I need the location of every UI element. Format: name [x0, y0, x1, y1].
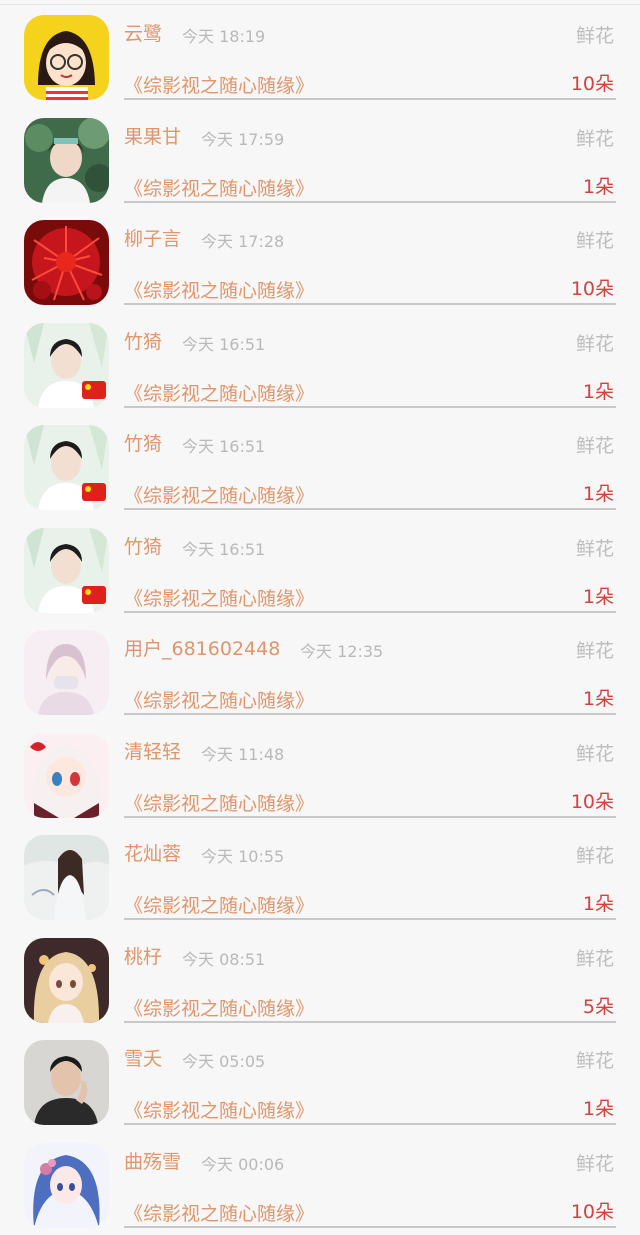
gift-count: 1朵: [583, 377, 614, 404]
gift-count: 1朵: [583, 889, 614, 916]
gift-type-label: 鲜花: [576, 636, 614, 663]
gift-record-row[interactable]: 竹猗今天 16:51 鲜花《综影视之随心随缘》 1朵: [0, 415, 640, 518]
gift-record-row[interactable]: 清轻轻今天 11:48 鲜花《综影视之随心随缘》 10朵: [0, 723, 640, 826]
gift-record-list: 云鹭今天 18:19鲜花《综影视之随心随缘》10朵 果果甘今天 17:59鲜花《…: [0, 5, 640, 1235]
record-time: 今天 05:05: [182, 1048, 265, 1072]
row-divider: [124, 611, 616, 613]
book-title-link[interactable]: 《综影视之随心随缘》: [124, 584, 314, 611]
gift-record-row[interactable]: 用户_681602448 今天 12:35 鲜花《综影视之随心随缘》 1朵: [0, 620, 640, 723]
anime-girl-avatar[interactable]: [24, 733, 109, 818]
book-title-link[interactable]: 《综影视之随心随缘》: [124, 891, 314, 918]
gift-type-label: 鲜花: [576, 1046, 614, 1073]
row-divider: [124, 713, 616, 715]
young-man-flag-avatar[interactable]: [24, 528, 109, 613]
gift-count: 1朵: [583, 684, 614, 711]
young-man-flag-avatar[interactable]: [24, 425, 109, 510]
record-time: 今天 17:59: [201, 126, 284, 150]
row-divider: [124, 1021, 616, 1023]
book-title-link[interactable]: 《综影视之随心随缘》: [124, 174, 314, 201]
record-time: 今天 16:51: [182, 331, 265, 355]
row-divider: [124, 1226, 616, 1228]
gift-type-label: 鲜花: [576, 431, 614, 458]
gift-type-label: 鲜花: [576, 226, 614, 253]
gift-record-row[interactable]: 果果甘今天 17:59 鲜花《综影视之随心随缘》 1朵: [0, 108, 640, 211]
gift-count: 5朵: [583, 992, 614, 1019]
record-time: 今天 17:28: [201, 228, 284, 252]
gift-type-label: 鲜花: [576, 534, 614, 561]
gift-type-label: 鲜花: [576, 329, 614, 356]
gift-count: 1朵: [583, 582, 614, 609]
row-divider: [124, 918, 616, 920]
user-name[interactable]: 曲殇雪: [124, 1147, 181, 1174]
user-name[interactable]: 柳子言: [124, 224, 181, 251]
gift-record-row[interactable]: 桃杍今天 08:51 鲜花《综影视之随心随缘》 5朵: [0, 928, 640, 1031]
gift-type-label: 鲜花: [576, 21, 614, 48]
blue-hair-girl-avatar[interactable]: [24, 1143, 109, 1228]
row-divider: [124, 98, 616, 100]
gift-count: 10朵: [571, 274, 614, 301]
book-title-link[interactable]: 《综影视之随心随缘》: [124, 481, 314, 508]
gift-record-row[interactable]: 竹猗今天 16:51 鲜花《综影视之随心随缘》 1朵: [0, 313, 640, 416]
user-name[interactable]: 竹猗: [124, 532, 162, 559]
record-time: 今天 10:55: [201, 843, 284, 867]
user-name[interactable]: 雪夭: [124, 1044, 162, 1071]
gift-count: 1朵: [583, 1094, 614, 1121]
blonde-anime-girl-avatar[interactable]: [24, 938, 109, 1023]
gift-record-row[interactable]: 云鹭今天 18:19 鲜花《综影视之随心随缘》 10朵: [0, 5, 640, 108]
gift-type-label: 鲜花: [576, 124, 614, 151]
gift-record-row[interactable]: 花灿蓉今天 10:55 鲜花《综影视之随心随缘》 1朵: [0, 825, 640, 928]
gift-count: 10朵: [571, 69, 614, 96]
user-name[interactable]: 桃杍: [124, 942, 162, 969]
row-divider: [124, 1123, 616, 1125]
record-time: 今天 12:35: [300, 638, 383, 662]
book-title-link[interactable]: 《综影视之随心随缘》: [124, 1199, 314, 1226]
gift-type-label: 鲜花: [576, 944, 614, 971]
record-time: 今天 18:19: [182, 23, 265, 47]
young-man-photo-avatar[interactable]: [24, 118, 109, 203]
gift-record-row[interactable]: 曲殇雪今天 00:06 鲜花《综影视之随心随缘》 10朵: [0, 1133, 640, 1235]
user-name[interactable]: 云鹭: [124, 19, 162, 46]
gift-record-row[interactable]: 柳子言今天 17:28 鲜花《综影视之随心随缘》 10朵: [0, 210, 640, 313]
book-title-link[interactable]: 《综影视之随心随缘》: [124, 686, 314, 713]
row-divider: [124, 508, 616, 510]
record-time: 今天 16:51: [182, 433, 265, 457]
record-time: 今天 16:51: [182, 536, 265, 560]
gift-count: 1朵: [583, 479, 614, 506]
record-time: 今天 08:51: [182, 946, 265, 970]
book-title-link[interactable]: 《综影视之随心随缘》: [124, 379, 314, 406]
row-divider: [124, 816, 616, 818]
young-man-flag-avatar[interactable]: [24, 323, 109, 408]
gift-type-label: 鲜花: [576, 1149, 614, 1176]
user-name[interactable]: 竹猗: [124, 429, 162, 456]
red-spider-lily-avatar[interactable]: [24, 220, 109, 305]
record-time: 今天 11:48: [201, 741, 284, 765]
row-divider: [124, 303, 616, 305]
gift-record-row[interactable]: 雪夭今天 05:05 鲜花《综影视之随心随缘》 1朵: [0, 1030, 640, 1133]
book-title-link[interactable]: 《综影视之随心随缘》: [124, 789, 314, 816]
gift-count: 1朵: [583, 172, 614, 199]
user-name[interactable]: 用户_681602448: [124, 634, 280, 661]
row-divider: [124, 406, 616, 408]
record-time: 今天 00:06: [201, 1151, 284, 1175]
man-portrait-avatar[interactable]: [24, 1040, 109, 1125]
book-title-link[interactable]: 《综影视之随心随缘》: [124, 994, 314, 1021]
book-title-link[interactable]: 《综影视之随心随缘》: [124, 276, 314, 303]
book-title-link[interactable]: 《综影视之随心随缘》: [124, 71, 314, 98]
user-name[interactable]: 竹猗: [124, 327, 162, 354]
gift-count: 10朵: [571, 787, 614, 814]
gift-type-label: 鲜花: [576, 739, 614, 766]
gift-count: 10朵: [571, 1197, 614, 1224]
user-name[interactable]: 花灿蓉: [124, 839, 181, 866]
user-name[interactable]: 果果甘: [124, 122, 181, 149]
user-name[interactable]: 清轻轻: [124, 737, 181, 764]
gift-type-label: 鲜花: [576, 841, 614, 868]
book-title-link[interactable]: 《综影视之随心随缘》: [124, 1096, 314, 1123]
masked-figure-avatar[interactable]: [24, 630, 109, 715]
illustrated-girl-avatar[interactable]: [24, 835, 109, 920]
cartoon-girl-glasses-avatar[interactable]: [24, 15, 109, 100]
row-divider: [124, 201, 616, 203]
gift-record-row[interactable]: 竹猗今天 16:51 鲜花《综影视之随心随缘》 1朵: [0, 518, 640, 621]
